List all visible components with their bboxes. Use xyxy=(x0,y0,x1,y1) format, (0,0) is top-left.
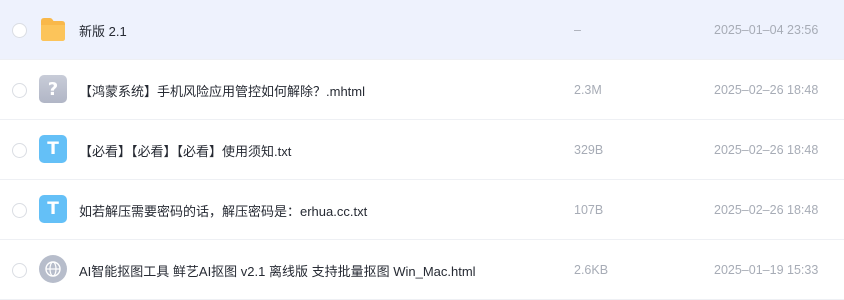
row-checkbox[interactable] xyxy=(12,83,27,98)
folder-icon xyxy=(39,15,67,43)
file-name[interactable]: AI智能抠图工具 鲜艺AI抠图 v2.1 离线版 支持批量抠图 Win_Mac.… xyxy=(79,240,476,300)
file-size: – xyxy=(574,23,581,37)
file-size: 107B xyxy=(574,203,604,217)
file-date: 2025–02–26 18:48 xyxy=(714,203,819,217)
file-date: 2025–02–26 18:48 xyxy=(714,143,819,157)
file-row[interactable]: 新版 2.1 – 2025–01–04 23:56 xyxy=(0,0,844,60)
file-size: 2.3M xyxy=(574,83,602,97)
file-date: 2025–01–19 15:33 xyxy=(714,263,819,277)
file-date: 2025–01–04 23:56 xyxy=(714,23,819,37)
row-checkbox[interactable] xyxy=(12,23,27,38)
html-globe-icon xyxy=(39,255,67,283)
file-size: 329B xyxy=(574,143,604,157)
file-size: 2.6KB xyxy=(574,263,609,277)
file-row[interactable]: T 【必看】【必看】【必看】使用须知.txt 329B 2025–02–26 1… xyxy=(0,120,844,180)
file-name[interactable]: 新版 2.1 xyxy=(79,0,127,60)
row-checkbox[interactable] xyxy=(12,203,27,218)
file-list: 新版 2.1 – 2025–01–04 23:56 ? 【鸿蒙系统】手机风险应用… xyxy=(0,0,844,300)
unknown-file-icon: ? xyxy=(39,75,67,103)
file-date: 2025–02–26 18:48 xyxy=(714,83,819,97)
txt-file-icon: T xyxy=(39,195,67,223)
file-row[interactable]: ? 【鸿蒙系统】手机风险应用管控如何解除？.mhtml 2.3M 2025–02… xyxy=(0,60,844,120)
row-checkbox[interactable] xyxy=(12,143,27,158)
row-checkbox[interactable] xyxy=(12,263,27,278)
file-name[interactable]: 如若解压需要密码的话，解压密码是：erhua.cc.txt xyxy=(79,180,367,240)
file-row[interactable]: AI智能抠图工具 鲜艺AI抠图 v2.1 离线版 支持批量抠图 Win_Mac.… xyxy=(0,240,844,300)
file-name[interactable]: 【必看】【必看】【必看】使用须知.txt xyxy=(79,120,291,180)
file-name[interactable]: 【鸿蒙系统】手机风险应用管控如何解除？.mhtml xyxy=(79,60,365,120)
file-row[interactable]: T 如若解压需要密码的话，解压密码是：erhua.cc.txt 107B 202… xyxy=(0,180,844,240)
txt-file-icon: T xyxy=(39,135,67,163)
